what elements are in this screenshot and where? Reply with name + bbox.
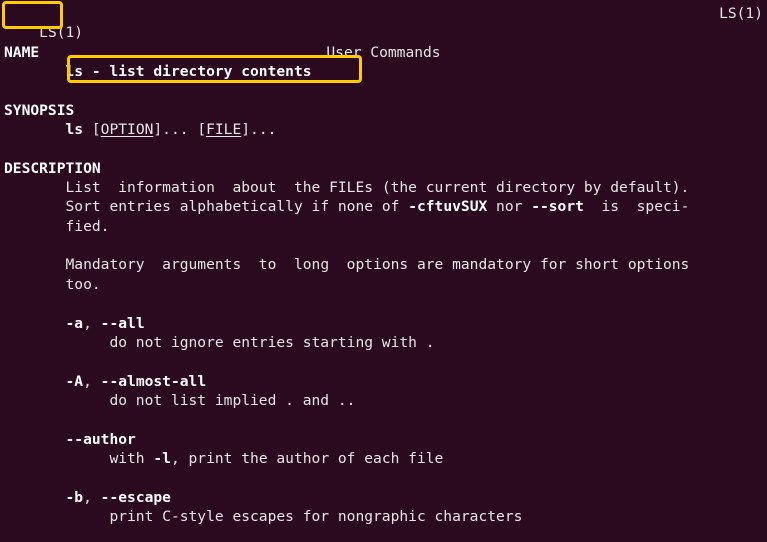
description-heading-label: DESCRIPTION [4, 159, 101, 177]
spacer-before-options [0, 294, 767, 313]
synopsis-heading-label: SYNOPSIS [4, 101, 75, 119]
spacer-option-1 [0, 410, 767, 429]
option-short-flag-b: -b [65, 488, 84, 506]
section-heading-synopsis: SYNOPSIS [0, 101, 767, 120]
spacer-para1-para2 [0, 236, 767, 255]
name-body-text: ls - list directory contents [65, 63, 312, 81]
man-page-terminal[interactable]: LS(1) User Commands LS(1) NAME ls - list… [0, 0, 767, 542]
option-inline-flag-l: -l [153, 449, 171, 467]
option-entry-escape-name[interactable]: -b, --escape [0, 488, 767, 507]
spacer-after-synopsis [0, 139, 767, 158]
name-body-line: ls - list directory contents [0, 62, 767, 81]
option-entry-almost-all-description: do not list implied . and .. [0, 391, 767, 410]
description-para1-line2-mid: nor [487, 198, 532, 216]
option-description-text-0: do not ignore entries starting with . [109, 333, 435, 351]
option-entry-author-name[interactable]: --author [0, 430, 767, 449]
description-para1-line1-text: List information about the FILEs (the cu… [65, 179, 690, 197]
spacer-option-2 [0, 468, 767, 487]
spacer-option-0 [0, 352, 767, 371]
description-para1-line1: List information about the FILEs (the cu… [0, 178, 767, 197]
option-long-flag-all: --all [100, 314, 145, 332]
header-left-title: LS(1) [39, 24, 84, 42]
option-entry-author-description: with -l, print the author of each file [0, 449, 767, 468]
spacer-after-header [0, 23, 767, 42]
synopsis-command: ls [65, 121, 84, 139]
option-description-author-post: , print the author of each file [170, 449, 444, 467]
option-separator-1: , [83, 372, 101, 390]
man-page-header: LS(1) User Commands LS(1) [0, 4, 767, 61]
option-description-text-1: do not list implied . and .. [109, 391, 356, 409]
option-description-author-pre: with [109, 449, 154, 467]
description-para1-line2-pre: Sort entries alphabetically if none of [65, 198, 409, 216]
description-para2-line1: Mandatory arguments to long options are … [0, 255, 767, 274]
option-separator-0: , [83, 314, 101, 332]
synopsis-open-bracket: [ [83, 121, 101, 139]
option-entry-all-name[interactable]: -a, --all [0, 314, 767, 333]
description-para1-line3-text: fied. [65, 217, 110, 235]
synopsis-option-placeholder: OPTION [100, 121, 154, 139]
option-short-flag-A: -A [65, 372, 84, 390]
option-entry-escape-description: print C-style escapes for nongraphic cha… [0, 507, 767, 526]
spacer-after-name [0, 81, 767, 100]
synopsis-usage-line: ls [OPTION]... [FILE]... [0, 120, 767, 139]
description-sort-flags: -cftuvSUX [408, 198, 488, 216]
description-para1-line2-post: is speci- [583, 198, 690, 216]
description-para1-line2: Sort entries alphabetically if none of -… [0, 197, 767, 216]
option-long-flag-author: --author [65, 430, 136, 448]
description-para2-line2-text: too. [65, 275, 101, 293]
header-right-title: LS(1) [719, 5, 763, 22]
option-long-flag-escape: --escape [100, 488, 171, 506]
option-long-flag-almost-all: --almost-all [100, 372, 207, 390]
option-short-flag-a: -a [65, 314, 84, 332]
synopsis-file-placeholder: FILE [206, 121, 242, 139]
option-entry-all-description: do not ignore entries starting with . [0, 333, 767, 352]
option-description-text-3: print C-style escapes for nongraphic cha… [109, 507, 523, 525]
option-entry-almost-all-name[interactable]: -A, --almost-all [0, 372, 767, 391]
description-para2-line1-text: Mandatory arguments to long options are … [65, 256, 690, 274]
synopsis-after-file: ]... [241, 121, 277, 139]
description-sort-option: --sort [531, 198, 584, 216]
synopsis-after-option: ]... [ [153, 121, 207, 139]
section-heading-description: DESCRIPTION [0, 159, 767, 178]
description-para2-line2: too. [0, 275, 767, 294]
option-separator-3: , [83, 488, 101, 506]
description-para1-line3: fied. [0, 217, 767, 236]
header-center-title: User Commands [326, 43, 441, 61]
